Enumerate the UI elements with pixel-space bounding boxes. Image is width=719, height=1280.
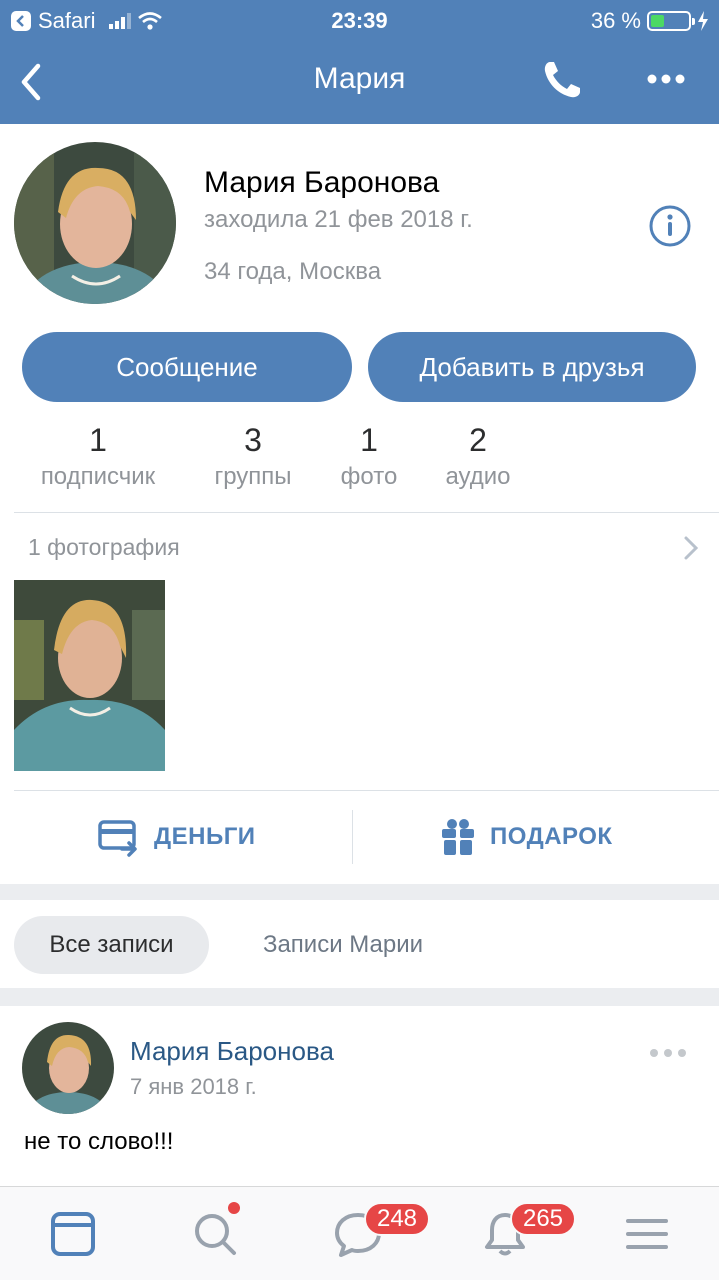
post-avatar-photo [22,1022,114,1114]
tab-all-posts[interactable]: Все записи [14,916,209,974]
counter-label: подписчик [40,463,156,490]
gift-button[interactable]: ПОДАРОК [440,812,613,862]
search-indicator-dot [228,1202,240,1214]
charging-icon [698,11,708,31]
counter-value: 1 [360,422,378,458]
counter-groups[interactable]: 3 группы [200,422,306,491]
more-horizontal-icon[interactable] [644,64,688,94]
status-bar: Safari 23:39 36 % [0,0,719,40]
news-feed-icon[interactable] [48,1209,98,1259]
bottom-tab-bar [0,1186,719,1280]
avatar-photo [14,142,176,304]
search-icon[interactable] [190,1209,240,1259]
counter-label: группы [214,463,292,490]
profile-details: 34 года, Москва [204,258,382,285]
chevron-right-icon[interactable] [680,534,702,562]
phone-icon[interactable] [540,58,584,102]
battery-level [651,15,664,27]
post-avatar[interactable] [22,1022,114,1114]
counter-value: 3 [244,422,262,458]
money-button[interactable]: ДЕНЬГИ [98,812,256,862]
avatar[interactable] [14,142,176,304]
divider [14,790,719,791]
notifications-badge: 265 [510,1202,576,1236]
post-text: не то слово!!! [24,1128,174,1155]
message-button[interactable]: Сообщение [22,332,352,402]
photo-thumbnail[interactable] [14,580,165,771]
counter-audio[interactable]: 2 аудио [430,422,526,491]
gift-icon [442,819,474,855]
profile-name: Мария Баронова [204,166,440,199]
money-transfer-icon [98,820,137,857]
profile-counters: 1 подписчик 3 группы 1 фото 2 аудио [0,422,719,502]
photos-header[interactable]: 1 фотография [28,534,180,561]
counter-label: аудио [445,463,511,490]
messages-badge: 248 [364,1202,430,1236]
navigation-bar: Мария [0,40,719,124]
counter-value: 1 [89,422,107,458]
page-title: Мария [313,62,406,95]
action-separator [352,810,353,864]
last-seen: заходила 21 фев 2018 г. [204,206,473,233]
divider [14,512,719,513]
more-horizontal-icon[interactable] [648,1046,688,1060]
battery-percent: 36 % [590,8,641,33]
profile-card: Мария Баронова заходила 21 фев 2018 г. 3… [0,124,719,884]
photo-image [14,580,165,771]
menu-icon[interactable] [622,1209,672,1259]
counter-label: фото [340,463,398,490]
battery-icon [647,11,695,31]
action-row: ДЕНЬГИ ПОДАРОК [0,792,719,884]
add-friend-button[interactable]: Добавить в друзья [368,332,696,402]
info-icon[interactable] [648,204,692,248]
wall-filter-card: Все записи Записи Марии [0,900,719,988]
gift-label: ПОДАРОК [490,823,613,850]
top-bar: Safari 23:39 36 % Мария [0,0,719,124]
status-right: 36 % [591,8,709,34]
counter-followers[interactable]: 1 подписчик [28,422,168,491]
tab-own-posts[interactable]: Записи Марии [228,916,458,974]
post-author[interactable]: Мария Баронова [130,1036,334,1067]
counter-value: 2 [469,422,487,458]
post-date: 7 янв 2018 г. [130,1074,257,1099]
money-label: ДЕНЬГИ [154,823,256,850]
counter-photos[interactable]: 1 фото [330,422,408,491]
